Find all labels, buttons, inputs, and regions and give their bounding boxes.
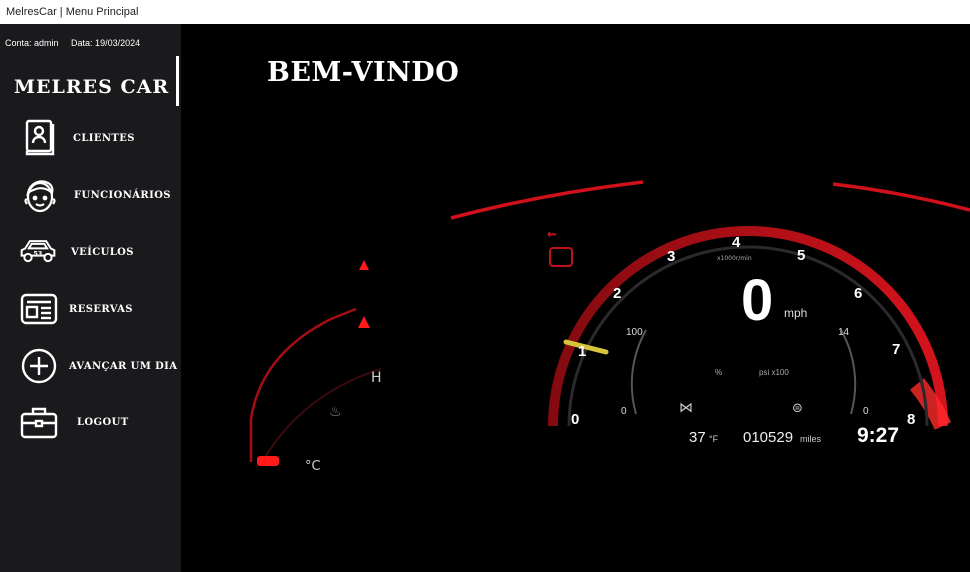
sidebar-item-label: RESERVAS [69,303,133,315]
right-gauge-min: 0 [863,406,869,417]
coolant-icon: ♨ [329,404,342,420]
sidebar-item-label: VEÍCULOS [71,246,134,258]
left-inner-gauge [630,329,647,415]
welcome-heading: BEM-VINDO [267,57,460,88]
left-gauge-max: 100 [626,327,643,338]
tach-number: 3 [667,248,675,265]
brand-divider [176,56,179,106]
sidebar-item-reservas[interactable]: RESERVAS [0,287,181,331]
sidebar-item-logout[interactable]: LOGOUT [0,400,181,444]
tach-number: 0 [571,411,579,428]
sidebar-item-funcionarios[interactable]: FUNCIONÁRIOS [0,173,181,217]
right-gauge-max: 14 [838,327,850,338]
tach-number: 4 [732,234,741,251]
speed-unit: mph [784,306,807,320]
battery-icon: ⊜ [792,401,803,416]
employee-face-icon [20,175,60,215]
tach-number: 1 [578,343,586,360]
left-gauge-unit: % [715,368,722,377]
tach-number: 8 [907,411,915,428]
speed-value: 0 [741,268,773,333]
app-window: MelresCar | Menu Principal Conta: admin … [0,0,970,572]
traction-icon: ⇜ [547,227,557,241]
sidebar-item-avancar-um-dia[interactable]: AVANÇAR UM DIA [0,344,181,388]
dashboard-image: H °C ♨ ⇜ 0 1 2 3 4 5 6 7 8 x1000r/min 0 … [249,180,970,474]
sidebar-item-veiculos[interactable]: 53 VEÍCULOS [0,230,181,274]
outside-temperature: 37 [689,429,706,446]
car-icon: 53 [18,232,58,272]
left-gauge-min: 0 [621,406,627,417]
right-inner-gauge [840,329,857,415]
window-title: MelresCar | Menu Principal [0,0,970,24]
sidebar-item-clientes[interactable]: CLIENTES [0,116,181,160]
tach-unit: x1000r/min [717,255,752,262]
temp-gauge-inner [260,368,382,465]
warning-light-icon [359,260,369,270]
sidebar-item-label: FUNCIONÁRIOS [74,189,171,201]
briefcase-icon [19,402,59,442]
temperature-unit: °F [709,434,719,444]
brand-title: MELRES CAR [14,76,170,98]
temp-gauge-marker [257,456,279,466]
clock-display: 9:27 [857,424,899,447]
tach-number: 5 [797,247,805,264]
plus-circle-icon [19,346,59,386]
cold-label: °C [305,459,321,474]
account-info: Conta: admin Data: 19/03/2024 [5,38,150,48]
tach-number: 2 [613,285,621,302]
engine-warning-icon [549,247,573,267]
hot-label: H [371,370,382,386]
date-label: Data: 19/03/2024 [71,38,141,48]
dash-trim-line [450,180,644,220]
drive-mode-icon: ⋈ [679,400,693,416]
client-card-icon [20,118,60,158]
main-content: H °C ♨ ⇜ 0 1 2 3 4 5 6 7 8 x1000r/min 0 … [181,24,970,572]
svg-text:53: 53 [33,251,42,258]
warning-light-icon [358,316,370,328]
sidebar-item-label: LOGOUT [77,416,129,428]
dash-trim-line [832,182,970,212]
reservation-icon [19,289,59,329]
odometer-value: 010529 [743,429,793,446]
odometer-unit: miles [800,434,822,444]
sidebar-item-label: CLIENTES [73,132,135,144]
sidebar: Conta: admin Data: 19/03/2024 MELRES CAR… [0,24,181,572]
tach-number: 7 [892,341,900,358]
sidebar-item-label: AVANÇAR UM DIA [69,360,178,372]
tach-number: 6 [854,285,862,302]
account-label: Conta: admin [5,38,59,48]
right-gauge-unit: psi x100 [759,368,789,377]
